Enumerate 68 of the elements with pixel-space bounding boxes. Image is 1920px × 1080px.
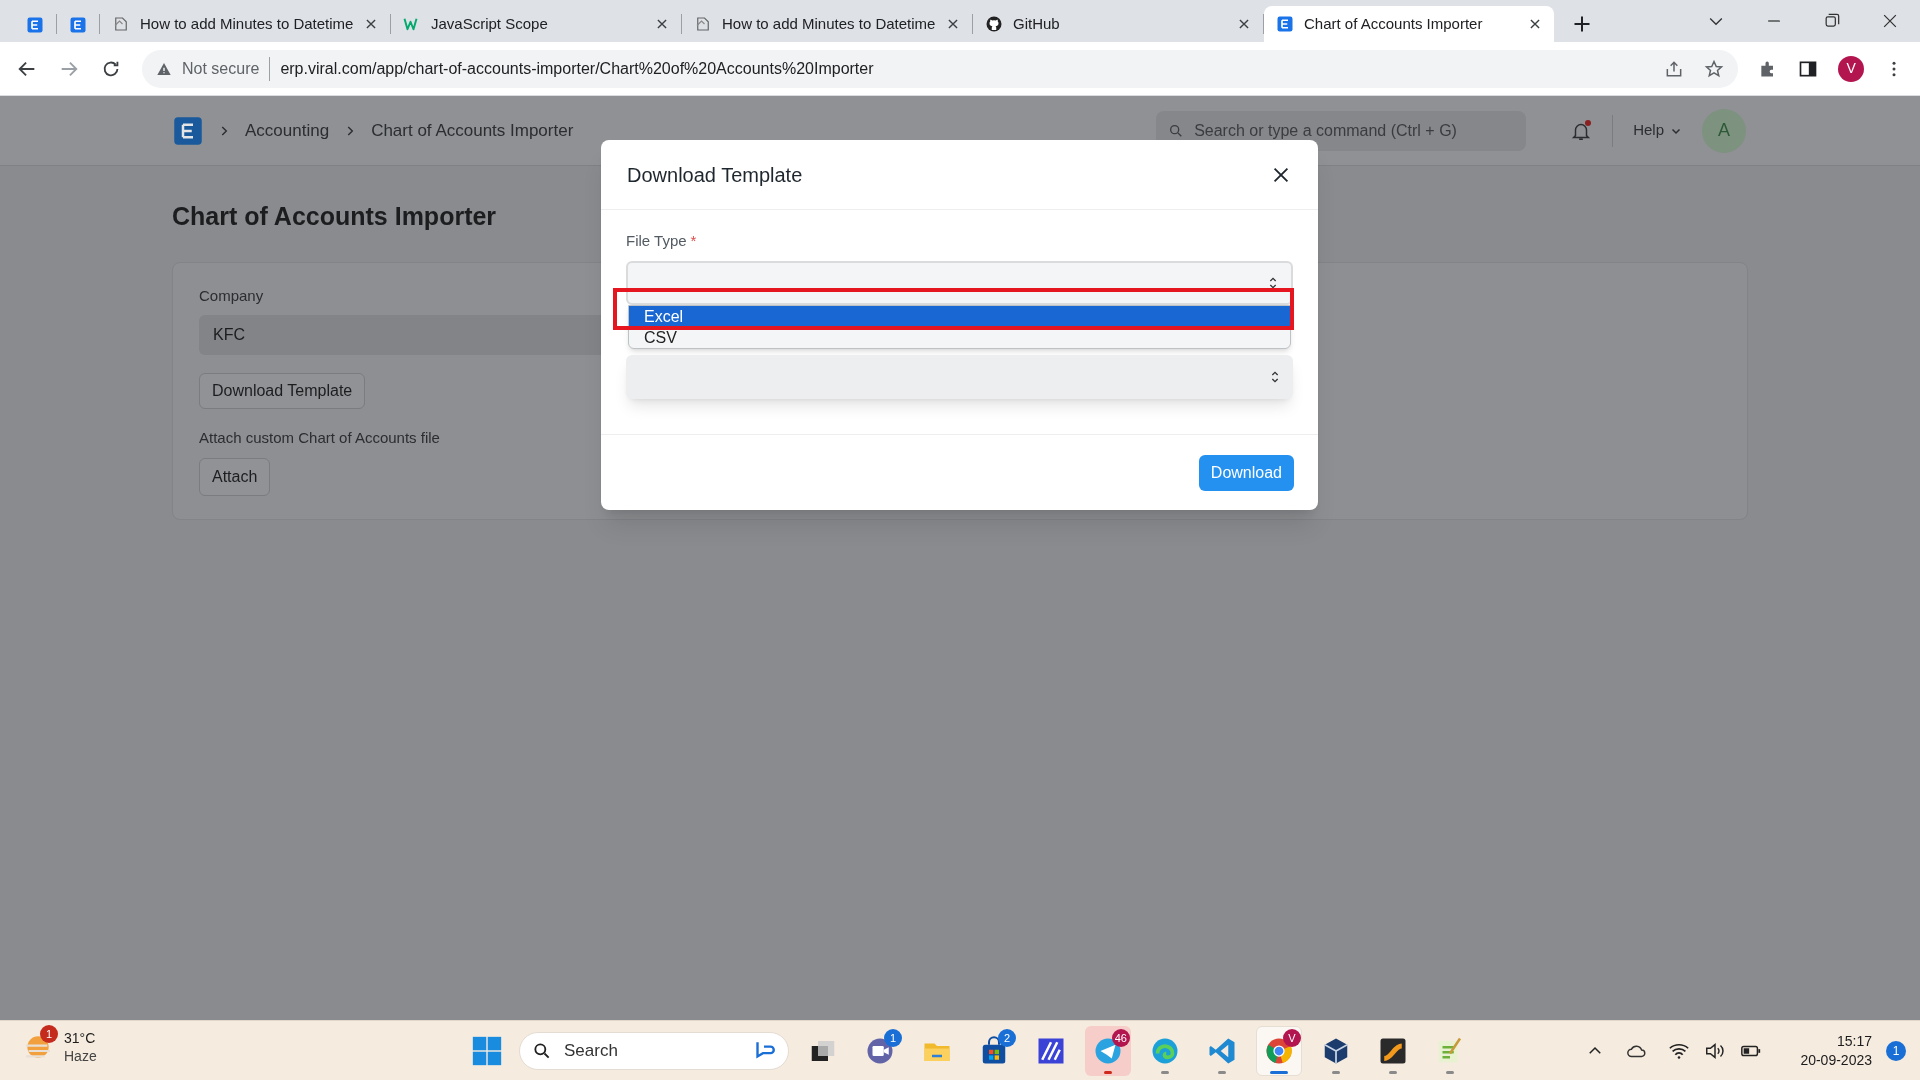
app-logo-icon [1276, 15, 1294, 33]
page-title: Chart of Accounts Importer [172, 201, 498, 232]
running-indicator [1104, 1071, 1112, 1074]
dialog-title: Download Template [627, 162, 803, 188]
field-label: Attach custom Chart of Accounts file [199, 428, 440, 448]
help-menu[interactable]: Help [1633, 119, 1682, 142]
temperature-label: 31°C [64, 1029, 97, 1047]
address-bar[interactable]: Not secure erp.viral.com/app/chart-of-accounts-importer/Chart%20of%20Accounts%20Importer [142, 49, 1739, 88]
running-indicator [1389, 1071, 1397, 1074]
page-icon [112, 15, 130, 33]
running-indicator [1218, 1071, 1226, 1074]
notification-badge: 2 [998, 1029, 1016, 1047]
bell-icon[interactable] [1570, 119, 1593, 142]
running-indicator [1446, 1071, 1454, 1074]
file-type-select[interactable] [626, 260, 1293, 305]
close-icon [1237, 17, 1251, 31]
app-logo-icon [26, 16, 44, 34]
select-field[interactable] [626, 354, 1293, 399]
toolbox-icon [1378, 1036, 1408, 1066]
cube-icon [1321, 1036, 1351, 1066]
field-label: File Type [626, 231, 687, 251]
close-icon [1528, 17, 1542, 31]
new-tab-icon[interactable] [1572, 14, 1592, 34]
notification-badge: 46 [1111, 1029, 1130, 1047]
video-chat-icon [865, 1036, 895, 1066]
cat-logo-icon [985, 15, 1003, 33]
notification-badge: 1 [40, 1025, 58, 1043]
volume-icon[interactable] [1704, 1040, 1727, 1062]
taskbar-app[interactable]: 2 [971, 1026, 1017, 1076]
search-icon [532, 1041, 552, 1061]
star-icon[interactable] [1704, 58, 1725, 79]
notification-badge: 1 [884, 1029, 902, 1047]
profile-avatar[interactable]: V [1838, 55, 1864, 82]
windows-start-icon[interactable] [470, 1034, 504, 1068]
clock[interactable]: 15:17 20-09-2023 [1800, 1032, 1872, 1070]
attach-button[interactable]: Attach [199, 457, 271, 496]
browser-tab[interactable]: JavaScript Scope [391, 6, 681, 42]
browser-tab[interactable]: How to add Minutes to Datetime [100, 6, 390, 42]
notification-count[interactable]: 1 [1886, 1041, 1906, 1061]
close-icon [946, 17, 960, 31]
close-icon [364, 17, 378, 31]
code-editor-icon [1207, 1036, 1237, 1066]
required-mark: * [690, 231, 697, 251]
browser-tab[interactable]: How to add Minutes to Datetime [682, 6, 972, 42]
app-logo-icon[interactable] [173, 115, 203, 146]
running-indicator [1270, 1071, 1288, 1074]
pen-app-icon [1036, 1036, 1066, 1066]
download-template-button[interactable]: Download Template [199, 373, 366, 409]
close-icon [655, 17, 669, 31]
taskbar-app[interactable]: 46 [1085, 1026, 1131, 1076]
running-indicator [1161, 1071, 1169, 1074]
browser-tab[interactable]: GitHub [973, 6, 1263, 42]
notification-badge: V [1283, 1029, 1301, 1047]
field-label: Company [199, 285, 264, 306]
taskbar-app[interactable]: V [1256, 1026, 1302, 1076]
taskbar-app[interactable]: 1 [857, 1026, 903, 1076]
download-button[interactable]: Download [1198, 454, 1294, 491]
breadcrumb-link[interactable]: Accounting [245, 117, 330, 144]
browser-tab[interactable]: Chart of Accounts Importer [1264, 6, 1554, 42]
page-icon [694, 15, 712, 33]
taskbar-search[interactable]: Search [519, 1032, 789, 1070]
app-logo-icon [69, 16, 87, 34]
swirl-icon [1150, 1036, 1180, 1066]
breadcrumb-link[interactable]: Chart of Accounts Importer [371, 117, 574, 144]
weather-label: Haze [64, 1047, 97, 1065]
browser-icon [1264, 1036, 1294, 1066]
dropdown-option[interactable]: Excel [629, 305, 1290, 327]
running-indicator [1332, 1071, 1340, 1074]
